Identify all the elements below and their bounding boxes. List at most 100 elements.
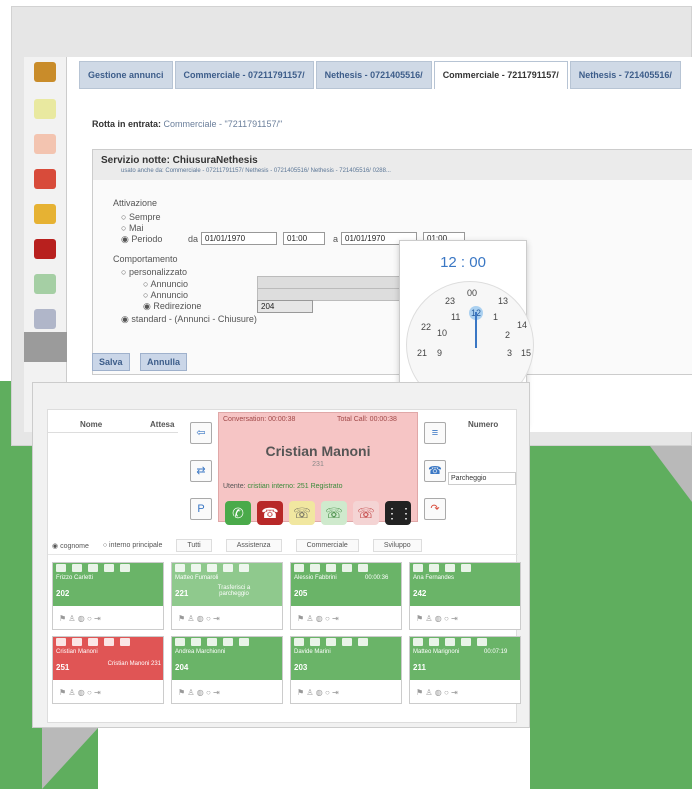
user-info-label: Utente: (223, 483, 246, 490)
clock-number[interactable]: 3 (507, 348, 512, 358)
redirect-input[interactable]: 204 (257, 300, 313, 313)
tab-nethesis-1[interactable]: Nethesis - 0721405516/ (315, 61, 432, 89)
user-card-actions[interactable]: ⚑ ♙ ◍ ○ ⇥ (410, 606, 520, 630)
radio-period[interactable]: ◉ Periodo (121, 234, 162, 245)
radio-custom[interactable]: ○ personalizzato (121, 267, 187, 277)
clock-number[interactable]: 10 (437, 328, 447, 338)
clock-number[interactable]: 11 (451, 312, 460, 322)
radio-standard[interactable]: ◉ standard - (Annunci - Chiusure) (121, 314, 257, 325)
tab-announcements[interactable]: Gestione annunci (79, 61, 173, 89)
user-card[interactable]: Cristian Manoni 251 Cristian Manoni 231 ⚑ … (52, 636, 164, 704)
refresh-icon[interactable] (34, 274, 56, 294)
hangup-call-button[interactable]: ☎ (257, 501, 283, 525)
clock-number[interactable]: 9 (437, 348, 442, 358)
notes-icon[interactable]: ≡ (424, 422, 446, 444)
user-card-actions[interactable]: ⚑ ♙ ◍ ○ ⇥ (291, 606, 401, 630)
transfer-icon[interactable]: ⇄ (190, 460, 212, 482)
phone-group-icon[interactable] (34, 99, 56, 119)
white-gap (98, 728, 530, 789)
user-card-actions[interactable]: ⚑ ♙ ◍ ○ ⇥ (172, 606, 282, 630)
clock-number[interactable]: 13 (498, 296, 508, 306)
user-card-actions[interactable]: ⚑ ♙ ◍ ○ ⇥ (291, 680, 401, 704)
radio-never-label: Mai (128, 223, 144, 233)
tab-commercial-1[interactable]: Commerciale - 07211791157/ (174, 61, 314, 89)
wait-column-header: Attesa (150, 420, 175, 429)
from-time-input[interactable]: 01:00 (283, 232, 325, 245)
operator-panel: Nome Attesa Numero Parcheggio ⇦ ⇄ P ≡ ☎ … (47, 409, 521, 723)
sidebar (24, 57, 67, 432)
from-date-input[interactable]: 01/01/1970 (201, 232, 277, 245)
house-icon[interactable] (34, 239, 56, 259)
clock-number[interactable]: 23 (445, 296, 455, 306)
user-card-actions[interactable]: ⚑ ♙ ◍ ○ ⇥ (410, 680, 520, 704)
user-card[interactable]: Ana Fernandes 242 ⚑ ♙ ◍ ○ ⇥ (409, 562, 521, 630)
user-card-number: 211 (413, 663, 426, 672)
user-card-number: 221 (175, 589, 189, 598)
filter-bar: ◉ cognome ○ interno principale Tutti Ass… (48, 537, 518, 555)
radio-redirect[interactable]: ◉ Redirezione (143, 301, 201, 312)
service-usage: usato anche da: Commerciale - 0721179115… (121, 168, 391, 174)
filter-tab-dev[interactable]: Sviluppo (372, 539, 422, 552)
user-card-name: Andrea Marchionni (175, 649, 226, 655)
filter-tab-all[interactable]: Tutti (176, 539, 212, 552)
radio-announce-1[interactable]: ○ Annuncio (143, 279, 188, 289)
user-card-name: Frizzo Carletti (56, 575, 94, 581)
radio-main-ext[interactable]: ○ interno principale (103, 542, 163, 549)
conversation-time: Conversation: 00:00:38 (223, 416, 296, 423)
clock-number[interactable]: 15 (521, 348, 531, 358)
contacts-icon[interactable]: ⇦ (190, 422, 212, 444)
filter-tab-support[interactable]: Assistenza (225, 539, 282, 552)
user-card[interactable]: Davide Marini 203 ⚑ ♙ ◍ ○ ⇥ (290, 636, 402, 704)
user-card-number: 203 (294, 663, 308, 672)
user-info-value: cristian interno: 251 Registrato (247, 483, 343, 490)
service-header: Servizio notte: ChiusuraNethesis usato an… (93, 150, 692, 180)
parking-icon[interactable]: P (190, 498, 212, 520)
clock-number[interactable]: 1 (493, 312, 498, 322)
radio-always[interactable]: ○ Sempre (121, 212, 160, 222)
filter-tab-commercial[interactable]: Commerciale (295, 539, 359, 552)
night-service-window: Gestione annunci Commerciale - 072117911… (11, 6, 692, 446)
user-card-name: Davide Marini (294, 649, 331, 655)
radio-surname[interactable]: ◉ cognome (52, 542, 89, 550)
radio-announce-2[interactable]: ○ Annuncio (143, 290, 188, 300)
hold-call-button[interactable]: ☏ (289, 501, 315, 525)
calendar-icon[interactable] (34, 169, 56, 189)
night-service-icon[interactable] (24, 332, 67, 362)
user-card-actions[interactable]: ⚑ ♙ ◍ ○ ⇥ (172, 680, 282, 704)
transfer-call-button[interactable]: ☏ (321, 501, 347, 525)
park-call-button[interactable]: ☏ (353, 501, 379, 525)
user-card[interactable]: Alessio Fabbrini 205 00:00:36 ⚑ ♙ ◍ ○ ⇥ (290, 562, 402, 630)
from-label: da (188, 234, 199, 244)
tools-icon[interactable] (34, 309, 56, 329)
user-card-name: Matteo Marignoni (413, 649, 460, 655)
clock-number[interactable]: 14 (517, 320, 527, 330)
tab-nethesis-2[interactable]: Nethesis - 721405516/ (569, 61, 681, 89)
user-card-status: Cristian Manoni 231 (107, 661, 161, 667)
clock-number[interactable]: 21 (417, 348, 427, 358)
notebook-icon[interactable] (34, 62, 56, 82)
user-card-actions[interactable]: ⚑ ♙ ◍ ○ ⇥ (53, 606, 163, 630)
redirect-icon[interactable]: ↷ (424, 498, 446, 520)
user-card[interactable]: Matteo Marignoni 211 00:07:19 ⚑ ♙ ◍ ○ ⇥ (409, 636, 521, 704)
save-button[interactable]: Salva (92, 353, 130, 371)
answer-call-button[interactable]: ✆ (225, 501, 251, 525)
user-card-number: 205 (294, 589, 308, 598)
radio-never[interactable]: ○ Mai (121, 223, 143, 233)
cancel-button[interactable]: Annulla (140, 353, 187, 371)
user-icon[interactable] (34, 204, 56, 224)
clock-number[interactable]: 2 (505, 330, 510, 340)
clock-number[interactable]: 00 (467, 288, 477, 298)
user-card[interactable]: Matteo Fumaroli 221 Trasferisci a parchegg… (171, 562, 283, 630)
keypad-button[interactable]: ⋮⋮ (385, 501, 413, 525)
user-card-number: 204 (175, 663, 189, 672)
user-card[interactable]: Andrea Marchionni 204 ⚑ ♙ ◍ ○ ⇥ (171, 636, 283, 704)
user-card[interactable]: Frizzo Carletti 202 ⚑ ♙ ◍ ○ ⇥ (52, 562, 164, 630)
phone-redirect-icon[interactable] (34, 134, 56, 154)
clock-number[interactable]: 22 (421, 322, 431, 332)
route-line: Rotta in entrata: Commerciale - "7211791… (92, 119, 282, 129)
phonebook-icon[interactable]: ☎ (424, 460, 446, 482)
user-card-name: Cristian Manoni (56, 649, 98, 655)
tab-commercial-2[interactable]: Commerciale - 7211791157/ (433, 61, 568, 89)
user-card-name: Alessio Fabbrini (294, 575, 337, 581)
user-card-actions[interactable]: ⚑ ♙ ◍ ○ ⇥ (53, 680, 163, 704)
